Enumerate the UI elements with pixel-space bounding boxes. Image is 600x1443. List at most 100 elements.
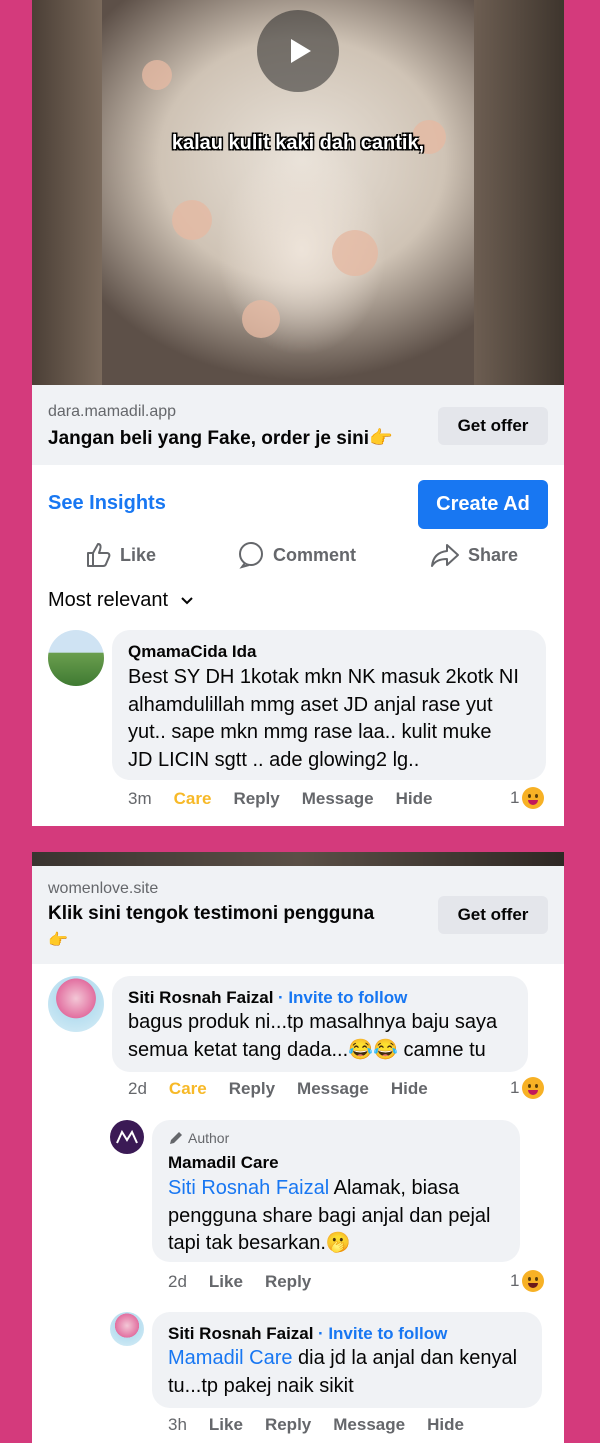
- get-offer-button[interactable]: Get offer: [438, 896, 548, 934]
- comment-author[interactable]: Siti Rosnah Faizal: [128, 988, 273, 1007]
- comment-label: Comment: [273, 544, 357, 565]
- sort-comments-dropdown[interactable]: Most relevant: [48, 589, 194, 612]
- author-badge: Author: [168, 1130, 229, 1146]
- comment-author[interactable]: Mamadil Care: [168, 1153, 279, 1173]
- invite-to-follow-link[interactable]: · Invite to follow: [278, 988, 407, 1007]
- message-button[interactable]: Message: [333, 1415, 405, 1435]
- comment-icon: [239, 542, 263, 569]
- tongue-emoji-icon: [522, 787, 545, 809]
- reaction-count: 1: [510, 788, 520, 807]
- link-preview[interactable]: dara.mamadil.app Jangan beli yang Fake, …: [32, 385, 564, 465]
- like-label: Like: [120, 544, 157, 565]
- reaction-summary[interactable]: 1: [510, 1270, 545, 1292]
- scarf-pattern: [332, 230, 378, 276]
- link-domain: womenlove.site: [48, 880, 159, 897]
- reaction-summary[interactable]: 1: [510, 1077, 545, 1099]
- avatar[interactable]: [48, 630, 104, 686]
- care-reaction-button[interactable]: Care: [169, 1079, 207, 1099]
- reply-button[interactable]: Reply: [233, 789, 279, 809]
- comment-text-fragment: dia jd la anjal dan kenyal: [292, 1347, 518, 1369]
- tongue-emoji-icon: [522, 1077, 545, 1099]
- pen-icon: [170, 1132, 182, 1144]
- reply-button[interactable]: Reply: [265, 1415, 311, 1435]
- author-badge-label: Author: [188, 1130, 230, 1146]
- video-background-right: [474, 0, 564, 385]
- mention-link[interactable]: Mamadil Care: [168, 1347, 292, 1369]
- comment-line: Siti Rosnah Faizal Alamak, biasa: [168, 1175, 513, 1203]
- scarf-pattern: [172, 200, 212, 240]
- comment-line: Mamadil Care dia jd la anjal dan kenyal: [168, 1345, 517, 1373]
- share-icon: [431, 544, 459, 567]
- video-caption: kalau kulit kaki dah cantik,: [171, 132, 425, 154]
- video-player[interactable]: kalau kulit kaki dah cantik,: [32, 0, 564, 385]
- create-ad-button[interactable]: Create Ad: [418, 480, 548, 529]
- comment-actions: 3h Like Reply Message Hide: [168, 1415, 486, 1435]
- comment-line: yut.. sape mkn mmg rase laa.. kulit muke: [128, 721, 492, 743]
- comment-line: alhamdulillah mmg aset JD anjal rase yut: [128, 693, 493, 716]
- hide-button[interactable]: Hide: [396, 789, 433, 809]
- ad-post-card: kalau kulit kaki dah cantik, dara.mamadi…: [32, 0, 564, 826]
- invite-to-follow-link[interactable]: · Invite to follow: [318, 1324, 447, 1343]
- message-button[interactable]: Message: [297, 1079, 369, 1099]
- like-button[interactable]: Like: [209, 1272, 243, 1292]
- hide-button[interactable]: Hide: [391, 1079, 428, 1099]
- link-domain: dara.mamadil.app: [48, 403, 177, 420]
- avatar[interactable]: [110, 1120, 144, 1154]
- care-reaction-button[interactable]: Care: [174, 789, 212, 809]
- avatar[interactable]: [110, 1312, 144, 1346]
- play-button[interactable]: [257, 10, 339, 92]
- see-insights-link[interactable]: See Insights: [48, 492, 166, 515]
- comment-author[interactable]: Siti Rosnah Faizal: [168, 1324, 313, 1343]
- reply-bubble: Author Mamadil Care Siti Rosnah Faizal A…: [152, 1120, 520, 1262]
- share-button[interactable]: Share: [430, 538, 518, 572]
- comment-bubble: QmamaCida Ida Best SY DH 1kotak mkn NK m…: [112, 630, 546, 780]
- like-button[interactable]: Like: [84, 538, 156, 572]
- video-strip: [32, 852, 564, 866]
- video-background-left: [32, 0, 102, 385]
- comment-line: pengguna share bagi anjal dan pejal: [168, 1204, 491, 1227]
- link-headline: Jangan beli yang Fake, order je sini👉: [48, 428, 393, 449]
- comment-line: tapi tak besarkan.🫢: [168, 1232, 351, 1254]
- chevron-down-icon: [180, 597, 193, 605]
- comment-time: 2d: [168, 1272, 187, 1291]
- mention-link[interactable]: Siti Rosnah Faizal: [168, 1177, 329, 1199]
- comment-header: Siti Rosnah Faizal · Invite to follow: [128, 988, 407, 1008]
- comment-text-fragment: Alamak, biasa: [329, 1177, 460, 1199]
- avatar[interactable]: [48, 976, 104, 1032]
- like-button[interactable]: Like: [209, 1415, 243, 1435]
- comment-line: bagus produk ni...tp masalhnya baju saya: [128, 1011, 498, 1033]
- comment-text: bagus produk ni...tp masalhnya baju saya…: [128, 1009, 497, 1064]
- reply-bubble: Siti Rosnah Faizal · Invite to follow Ma…: [152, 1312, 542, 1408]
- thumbs-up-icon: [87, 543, 111, 567]
- comment-text: Best SY DH 1kotak mkn NK masuk 2kotk NI …: [128, 664, 519, 774]
- comment-actions: 2d Like Reply: [168, 1272, 333, 1292]
- link-headline-text: Klik sini tengok testimoni pengguna: [48, 903, 375, 924]
- play-icon: [291, 39, 311, 63]
- reaction-count: 1: [510, 1078, 520, 1097]
- comment-actions: 3m Care Reply Message Hide: [128, 789, 454, 809]
- reply-button[interactable]: Reply: [265, 1272, 311, 1292]
- comment-text: Mamadil Care dia jd la anjal dan kenyal …: [168, 1345, 517, 1400]
- message-button[interactable]: Message: [302, 789, 374, 809]
- reply-button[interactable]: Reply: [229, 1079, 275, 1099]
- reaction-count: 1: [510, 1271, 520, 1290]
- hide-button[interactable]: Hide: [427, 1415, 464, 1435]
- scarf-pattern: [242, 300, 280, 338]
- comment-text: Siti Rosnah Faizal Alamak, biasa penggun…: [168, 1175, 513, 1258]
- share-label: Share: [468, 544, 519, 565]
- comment-time: 3h: [168, 1415, 187, 1434]
- comment-button[interactable]: Comment: [237, 538, 356, 572]
- comment-actions: 2d Care Reply Message Hide: [128, 1079, 450, 1099]
- comment-line: JD LICIN sgtt .. ade glowing2 lg..: [128, 748, 420, 771]
- comment-line: semua ketat tang dada...😂😂 camne tu: [128, 1038, 486, 1061]
- sort-label: Most relevant: [48, 589, 169, 611]
- get-offer-button[interactable]: Get offer: [438, 407, 548, 445]
- comment-bubble: Siti Rosnah Faizal · Invite to follow ba…: [112, 976, 528, 1072]
- link-headline: Klik sini tengok testimoni pengguna 👉: [48, 900, 374, 954]
- comment-author[interactable]: QmamaCida Ida: [128, 642, 257, 662]
- link-preview[interactable]: womenlove.site Klik sini tengok testimon…: [32, 866, 564, 964]
- reaction-summary[interactable]: 1: [510, 787, 545, 809]
- scarf-pattern: [142, 60, 172, 90]
- mamadil-logo-icon: [116, 1130, 138, 1144]
- comment-time: 3m: [128, 789, 152, 808]
